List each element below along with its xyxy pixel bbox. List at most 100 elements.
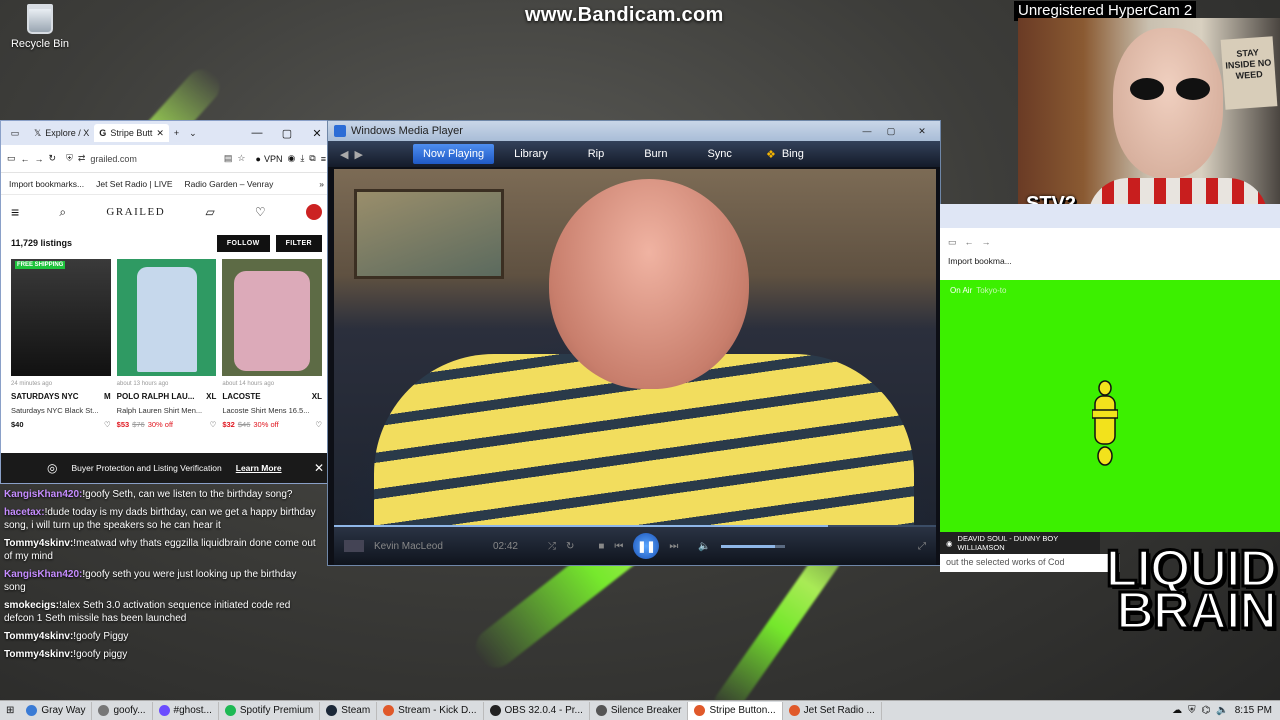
favorite-heart-icon[interactable]: ♡ xyxy=(210,420,217,429)
taskbar-item[interactable]: Stream - Kick D... xyxy=(377,701,484,720)
tab-bing[interactable]: Bing xyxy=(776,144,824,164)
shield-icon[interactable]: ⛨ xyxy=(1188,705,1196,716)
bookmark-jet-set-radio[interactable]: Jet Set Radio | LIVE xyxy=(96,179,172,189)
downloads-icon[interactable]: ⤓ xyxy=(300,153,304,164)
tab-sync[interactable]: Sync xyxy=(687,144,751,164)
tab-list-chevron-icon[interactable]: ⌄ xyxy=(184,124,202,142)
taskbar-item[interactable]: Gray Way xyxy=(20,701,93,720)
network-icon[interactable]: ⌬ xyxy=(1202,705,1211,716)
cloud-icon[interactable]: ☁ xyxy=(1172,705,1182,716)
taskbar-item-label: Stripe Button... xyxy=(709,705,776,716)
back-arrow-icon[interactable]: ← xyxy=(965,237,974,247)
tab-rip[interactable]: Rip xyxy=(568,144,625,164)
taskbar-item[interactable]: OBS 32.0.4 - Pr... xyxy=(484,701,590,720)
new-tab-button[interactable]: + xyxy=(169,124,184,142)
favorite-heart-icon[interactable]: ♡ xyxy=(315,420,322,429)
address-bar[interactable]: ⛨ ⇄ grailed.com ▤ ☆ xyxy=(61,150,250,168)
bookmark-import[interactable]: Import bookmarks... xyxy=(9,179,84,189)
volume-icon[interactable]: 🔈 xyxy=(1216,705,1228,716)
taskbar-item[interactable]: Jet Set Radio ... xyxy=(783,701,882,720)
maximize-button[interactable]: ▢ xyxy=(880,124,902,138)
close-button[interactable]: ✕ xyxy=(904,124,940,138)
follow-button[interactable]: FOLLOW xyxy=(216,234,270,252)
taskbar-item[interactable]: #ghost... xyxy=(153,701,219,720)
tab-groups-icon[interactable]: ▭ xyxy=(1,124,29,142)
tab-burn[interactable]: Burn xyxy=(624,144,687,164)
volume-slider[interactable] xyxy=(720,544,785,548)
pause-button[interactable]: ❚❚ xyxy=(633,533,660,559)
site-settings-icon[interactable]: ⇄ xyxy=(78,153,86,164)
switch-to-library-icon[interactable]: ⤢ xyxy=(918,541,926,552)
start-button[interactable]: ⊞ xyxy=(0,705,20,716)
minimize-button[interactable]: — xyxy=(856,124,878,138)
shield-icon: ⛨ xyxy=(66,153,73,163)
taskbar-item[interactable]: Silence Breaker xyxy=(590,701,689,720)
filter-button[interactable]: FILTER xyxy=(275,234,322,252)
site-logo[interactable]: GRAILED xyxy=(106,206,165,218)
chat-username[interactable]: Tommy4skinv: xyxy=(4,649,73,660)
back-arrow-icon[interactable]: ◀ xyxy=(340,148,348,161)
chat-username[interactable]: Tommy4skinv: xyxy=(4,538,73,549)
product-card[interactable]: FREE SHIPPING 24 minutes ago SATURDAYS N… xyxy=(11,259,111,429)
search-icon[interactable]: ⌕ xyxy=(59,205,66,220)
taskbar-item[interactable]: Spotify Premium xyxy=(219,701,321,720)
chat-username[interactable]: KangisKhan420: xyxy=(4,489,82,500)
taskbar-item[interactable]: Steam xyxy=(320,701,378,720)
forward-arrow-icon[interactable]: → xyxy=(982,237,991,247)
tab-now-playing[interactable]: Now Playing xyxy=(412,144,495,164)
product-image[interactable] xyxy=(222,259,323,376)
sidebar-toggle-icon[interactable]: ▭ xyxy=(948,237,957,248)
maximize-button[interactable]: ▢ xyxy=(272,127,302,140)
account-icon[interactable]: ◉ xyxy=(287,153,295,164)
messages-icon[interactable]: ▱ xyxy=(205,205,214,219)
app-icon xyxy=(694,705,706,716)
sidebar-toggle-icon[interactable]: ▭ xyxy=(7,153,16,164)
forward-arrow-icon[interactable]: → xyxy=(35,154,44,164)
product-grid: FREE SHIPPING 24 minutes ago SATURDAYS N… xyxy=(1,257,332,429)
video-display[interactable] xyxy=(334,169,936,525)
vpn-badge[interactable]: ● VPN xyxy=(256,154,283,164)
bookmarks-overflow-icon[interactable]: » xyxy=(319,179,324,189)
repeat-icon[interactable]: ↻ xyxy=(566,541,574,552)
clock[interactable]: 8:15 PM xyxy=(1235,705,1272,716)
chat-username[interactable]: KangisKhan420: xyxy=(4,569,82,580)
forward-arrow-icon[interactable]: ▶ xyxy=(354,148,362,161)
bookmark-star-icon[interactable]: ☆ xyxy=(237,153,245,164)
reload-icon[interactable]: ↻ xyxy=(49,153,57,164)
learn-more-link[interactable]: Learn More xyxy=(236,463,282,473)
taskbar-item[interactable]: Stripe Button... xyxy=(688,701,783,720)
product-title-row: POLO RALPH LAU... XL xyxy=(117,392,217,401)
menu-icon[interactable]: ≡ xyxy=(321,154,326,164)
bookmark-radio-garden[interactable]: Radio Garden – Venray xyxy=(185,179,274,189)
tab-close-icon[interactable]: ✕ xyxy=(156,128,164,139)
bookmark-import[interactable]: Import bookma... xyxy=(940,256,1280,272)
recycle-bin-desktop-icon[interactable]: Recycle Bin xyxy=(8,4,72,50)
banner-close-icon[interactable]: ✕ xyxy=(314,461,324,475)
next-icon[interactable]: ⏭ xyxy=(669,541,678,552)
tab-explore-x[interactable]: 𝕏 Explore / X xyxy=(29,124,95,142)
chat-username[interactable]: smokecigs: xyxy=(4,600,59,611)
chat-username[interactable]: Tommy4skinv: xyxy=(4,631,73,642)
hamburger-menu-icon[interactable]: ≡ xyxy=(11,204,19,220)
volume-icon[interactable]: 🔈 xyxy=(698,541,710,552)
avatar[interactable] xyxy=(305,204,322,220)
previous-icon[interactable]: ⏮ xyxy=(614,541,623,552)
product-brand: SATURDAYS NYC xyxy=(11,392,79,401)
extensions-icon[interactable]: ⧉ xyxy=(309,153,315,164)
taskbar-item[interactable]: goofy... xyxy=(92,701,153,720)
favorites-heart-icon[interactable]: ♡ xyxy=(255,205,266,219)
chat-username[interactable]: hacetax: xyxy=(4,507,45,518)
shuffle-icon[interactable]: ⤮ xyxy=(548,541,556,552)
app-icon xyxy=(224,705,236,716)
stop-icon[interactable]: ■ xyxy=(598,541,604,552)
product-image[interactable] xyxy=(116,259,217,376)
product-image[interactable]: FREE SHIPPING xyxy=(11,259,111,376)
minimize-button[interactable]: — xyxy=(242,127,272,139)
product-card[interactable]: about 13 hours ago POLO RALPH LAU... XL R… xyxy=(116,259,217,429)
back-arrow-icon[interactable]: ← xyxy=(21,154,30,164)
reader-mode-icon[interactable]: ▤ xyxy=(224,153,233,164)
tab-stripe-button[interactable]: G Stripe Butt ✕ xyxy=(94,124,169,142)
tab-library[interactable]: Library xyxy=(494,144,568,164)
product-card[interactable]: about 14 hours ago LACOSTE XL Lacoste Shi… xyxy=(222,259,323,429)
favorite-heart-icon[interactable]: ♡ xyxy=(104,420,111,429)
